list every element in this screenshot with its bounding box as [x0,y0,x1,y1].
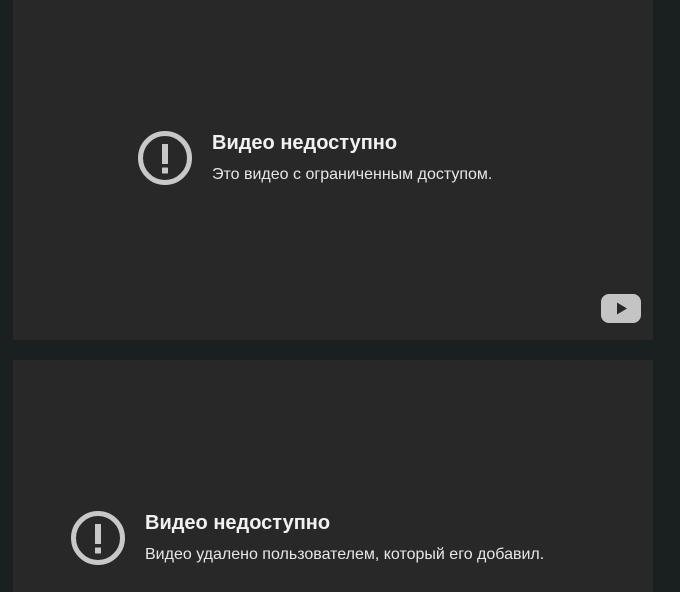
error-reason: Видео удалено пользователем, который его… [145,546,545,563]
error-text: Видео недоступно Видео удалено пользоват… [145,510,544,565]
video-player-restricted[interactable]: Видео недоступно Это видео с ограниченны… [13,0,653,340]
error-text: Видео недоступно Это видео с ограниченны… [212,130,492,185]
exclamation-circle-icon [70,510,126,566]
exclamation-circle-icon [137,130,193,186]
error-title: Видео недоступно [145,512,331,534]
playability-error: Видео недоступно Видео удалено пользоват… [70,510,544,566]
playability-error: Видео недоступно Это видео с ограниченны… [137,130,492,186]
youtube-logo-icon[interactable] [601,294,641,323]
page: Видео недоступно Это видео с ограниченны… [0,0,680,592]
video-player-deleted[interactable]: Видео недоступно Видео удалено пользоват… [13,360,653,592]
error-title: Видео недоступно [212,132,398,154]
error-reason: Это видео с ограниченным доступом. [212,166,493,183]
